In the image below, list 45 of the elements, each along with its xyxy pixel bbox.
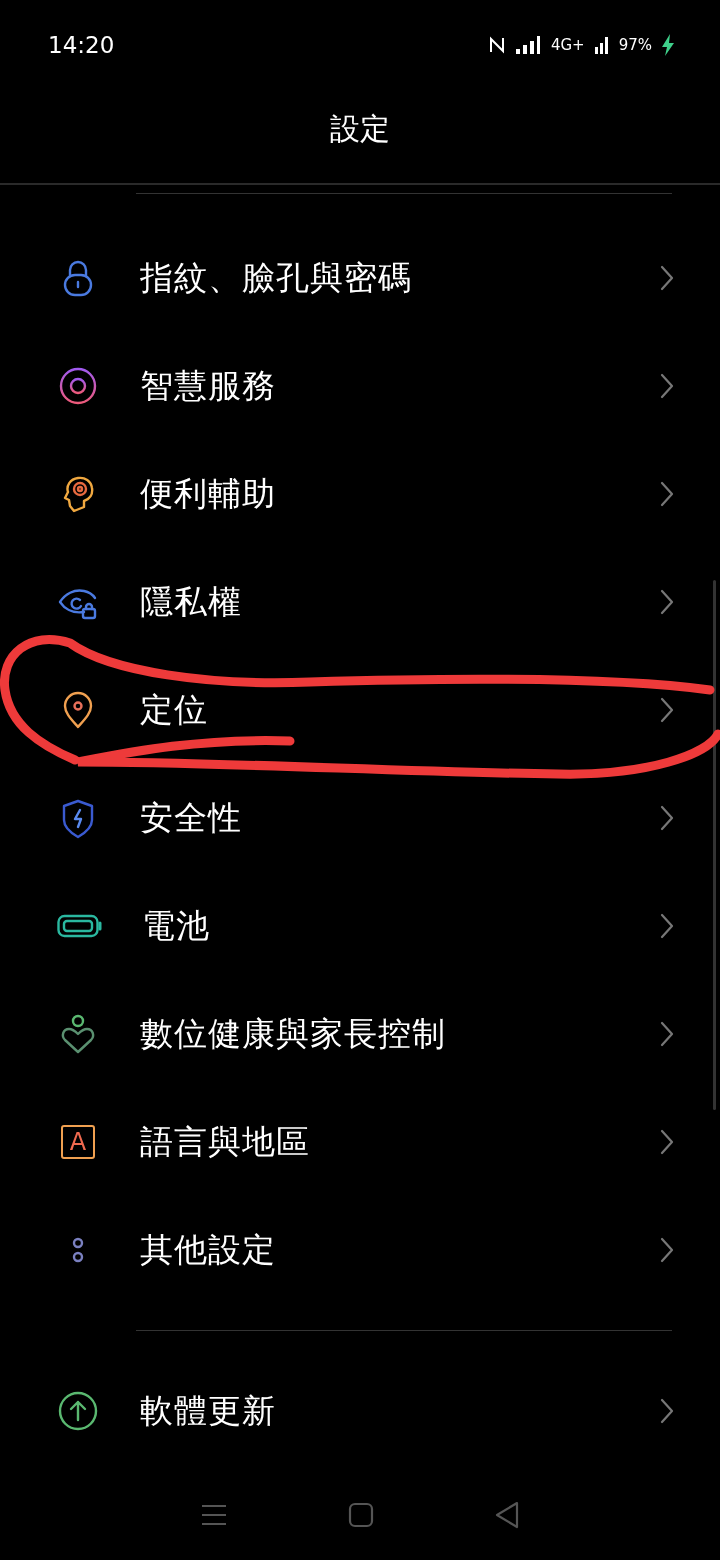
item-label: 數位健康與家長控制 xyxy=(140,1012,447,1055)
menu-icon[interactable] xyxy=(200,1503,228,1527)
settings-item[interactable]: 軟體更新 xyxy=(0,1357,720,1465)
settings-item[interactable]: 電池 xyxy=(0,872,720,980)
settings-item[interactable]: 隱私權 xyxy=(0,548,720,656)
chevron-right-icon xyxy=(660,589,674,615)
settings-item[interactable]: A 語言與地區 xyxy=(0,1088,720,1196)
settings-item[interactable]: 便利輔助 xyxy=(0,440,720,548)
item-label: 語言與地區 xyxy=(140,1120,311,1163)
signal-icon xyxy=(594,35,609,55)
item-label: 定位 xyxy=(140,688,209,731)
status-time: 14:20 xyxy=(48,32,116,58)
chevron-right-icon xyxy=(660,1129,674,1155)
signal-icon xyxy=(514,35,541,55)
chevron-right-icon xyxy=(660,1237,674,1263)
dots-icon xyxy=(72,1237,84,1263)
settings-item[interactable]: 其他設定 xyxy=(0,1196,720,1304)
chevron-right-icon xyxy=(660,1021,674,1047)
nfc-icon xyxy=(488,36,505,54)
chevron-right-icon xyxy=(660,373,674,399)
item-label: 其他設定 xyxy=(140,1228,277,1271)
chevron-right-icon xyxy=(660,913,674,939)
item-label: 智慧服務 xyxy=(140,364,277,407)
back-icon[interactable] xyxy=(494,1501,520,1529)
settings-item[interactable]: 數位健康與家長控制 xyxy=(0,980,720,1088)
settings-item[interactable]: 智慧服務 xyxy=(0,332,720,440)
battery-percent: 97% xyxy=(618,36,652,54)
language-icon: A xyxy=(61,1125,95,1159)
network-type: 4G+ xyxy=(550,36,585,54)
home-icon[interactable] xyxy=(348,1502,374,1528)
settings-item[interactable]: 安全性 xyxy=(0,764,720,872)
item-label: 軟體更新 xyxy=(140,1389,277,1432)
chevron-right-icon xyxy=(660,805,674,831)
settings-item[interactable]: 定位 xyxy=(0,656,720,764)
settings-item[interactable]: 指紋、臉孔與密碼 xyxy=(0,224,720,332)
chevron-right-icon xyxy=(660,481,674,507)
page-title: 設定 xyxy=(330,110,390,148)
chevron-right-icon xyxy=(660,1398,674,1424)
chevron-right-icon xyxy=(660,697,674,723)
item-label: 安全性 xyxy=(140,796,243,839)
chevron-right-icon xyxy=(660,265,674,291)
item-label: 便利輔助 xyxy=(140,472,277,515)
item-label: 指紋、臉孔與密碼 xyxy=(140,256,413,299)
item-label: 隱私權 xyxy=(140,580,243,623)
item-label: 電池 xyxy=(142,904,211,947)
